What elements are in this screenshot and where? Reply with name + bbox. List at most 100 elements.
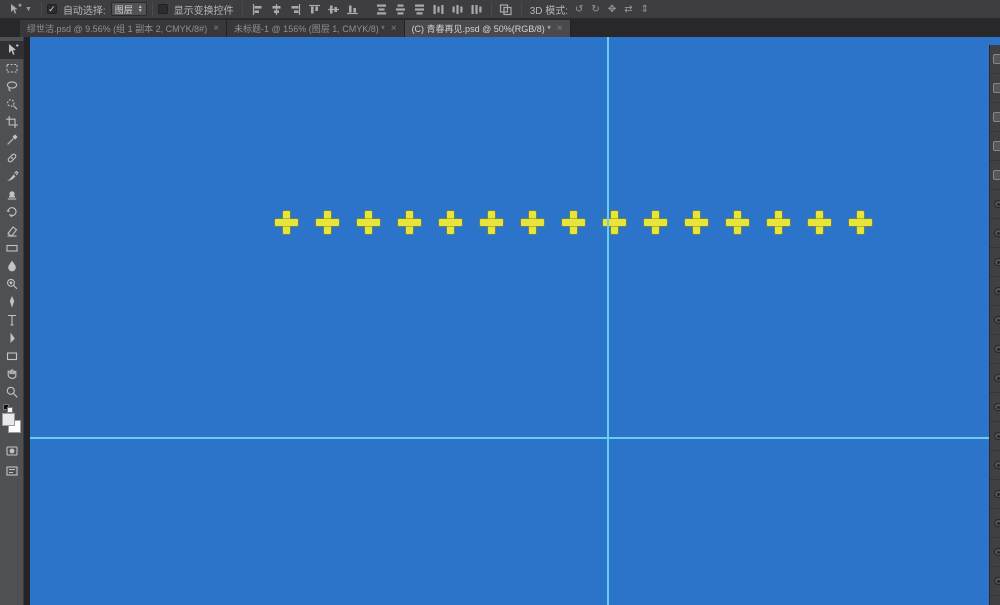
orbit-3d-icon[interactable]: ↺ (575, 4, 583, 15)
plus-mark (398, 211, 421, 234)
panel-header-row-partial[interactable] (990, 132, 1000, 161)
plus-mark (275, 211, 298, 234)
quick-selection-tool[interactable] (0, 95, 24, 113)
brush-tool[interactable] (0, 167, 24, 185)
panel-header-row-partial[interactable] (990, 103, 1000, 132)
layer-row-partial[interactable] (990, 393, 1000, 422)
distribute-vertical-centers-icon[interactable] (392, 2, 409, 17)
layer-row-partial[interactable] (990, 509, 1000, 538)
dropdown-caret-icon: ▲▼ (138, 5, 143, 13)
mode-3d-group: 3D 模式: ↺ ↻ ✥ ⇄ ⇕ (522, 0, 658, 19)
align-right-edges-icon[interactable] (287, 2, 304, 17)
layer-visibility-eye-icon (994, 548, 1000, 556)
options-bar: ▼ ✓ 自动选择: 图层 ▲▼ 显示变换控件 (0, 0, 1000, 19)
layer-row-partial[interactable] (990, 480, 1000, 509)
align-left-edges-icon[interactable] (249, 2, 266, 17)
plus-mark (808, 211, 831, 234)
align-top-edges-icon[interactable] (306, 2, 323, 17)
path-selection-tool[interactable] (0, 329, 24, 347)
pan-3d-icon[interactable]: ✥ (608, 4, 616, 15)
distribute-left-edges-icon[interactable] (430, 2, 447, 17)
canvas[interactable] (30, 37, 1000, 605)
panel-icon-partial (993, 83, 1000, 93)
plus-mark (644, 211, 667, 234)
shape-tool[interactable] (0, 347, 24, 365)
roll-3d-icon[interactable]: ↻ (591, 4, 599, 15)
move-tool-preset-icon[interactable] (6, 2, 23, 17)
crop-tool[interactable] (0, 113, 24, 131)
layer-visibility-eye-icon (994, 258, 1000, 266)
align-bottom-edges-icon[interactable] (344, 2, 361, 17)
layer-row-partial[interactable] (990, 248, 1000, 277)
panel-header-row-partial[interactable] (990, 45, 1000, 74)
gradient-tool[interactable] (0, 239, 24, 257)
quick-mask-mode-button[interactable] (0, 442, 24, 460)
history-brush-tool[interactable] (0, 203, 24, 221)
zoom-tool[interactable] (0, 383, 24, 401)
type-tool[interactable] (0, 311, 24, 329)
auto-align-layers-icon[interactable] (498, 2, 515, 17)
layer-row-partial[interactable] (990, 422, 1000, 451)
tool-preset-caret-icon[interactable]: ▼ (25, 6, 32, 13)
distribute-group (367, 0, 491, 19)
auto-select-dropdown[interactable]: 图层 ▲▼ (111, 2, 147, 16)
layer-row-partial[interactable] (990, 277, 1000, 306)
layer-row-partial[interactable] (990, 190, 1000, 219)
panel-header-row-partial[interactable] (990, 161, 1000, 190)
lasso-tool[interactable] (0, 77, 24, 95)
auto-select-checkbox[interactable]: ✓ (47, 4, 57, 14)
close-icon[interactable]: × (391, 23, 397, 34)
document-tab-2[interactable]: 未标题-1 @ 156% (图层 1, CMYK/8) * × (227, 20, 405, 37)
layer-row-partial[interactable] (990, 364, 1000, 393)
distribute-horizontal-centers-icon[interactable] (449, 2, 466, 17)
panel-divider (24, 37, 30, 605)
show-transform-checkbox[interactable] (158, 4, 168, 14)
move-tool[interactable] (0, 41, 24, 59)
eraser-tool[interactable] (0, 221, 24, 239)
hand-tool[interactable] (0, 365, 24, 383)
plus-mark (316, 211, 339, 234)
eyedropper-tool[interactable] (0, 131, 24, 149)
layer-row-partial[interactable] (990, 335, 1000, 364)
layer-visibility-eye-icon (994, 200, 1000, 208)
mode-3d-label: 3D 模式: (530, 2, 568, 17)
layer-row-partial[interactable] (990, 219, 1000, 248)
vertical-guide[interactable] (607, 37, 609, 605)
pen-tool[interactable] (0, 293, 24, 311)
close-icon[interactable]: × (557, 23, 563, 34)
dodge-tool[interactable] (0, 275, 24, 293)
close-icon[interactable]: × (213, 23, 219, 34)
plus-mark (562, 211, 585, 234)
document-tab-3-active[interactable]: (C) 青春再见.psd @ 50%(RGB/8) * × (405, 20, 571, 37)
distribute-top-edges-icon[interactable] (373, 2, 390, 17)
screen-mode-button[interactable] (0, 462, 24, 480)
plus-mark (357, 211, 380, 234)
align-horizontal-centers-icon[interactable] (268, 2, 285, 17)
layer-visibility-eye-icon (994, 403, 1000, 411)
right-dock-panel-edge[interactable] (989, 45, 1000, 605)
layer-row-partial[interactable] (990, 306, 1000, 335)
slide-3d-icon[interactable]: ⇄ (624, 4, 632, 15)
auto-select-label: 自动选择: (63, 2, 106, 17)
distribute-bottom-edges-icon[interactable] (411, 2, 428, 17)
scale-3d-icon[interactable]: ⇕ (641, 4, 649, 15)
distribute-right-edges-icon[interactable] (468, 2, 485, 17)
auto-select-group: ✓ 自动选择: 图层 ▲▼ (42, 0, 152, 19)
document-tab-1[interactable]: 缪世洁.psd @ 9.56% (组 1 副本 2, CMYK/8#) × (20, 20, 227, 37)
layer-row-partial[interactable] (990, 567, 1000, 596)
panel-header-row-partial[interactable] (990, 74, 1000, 103)
layer-row-partial[interactable] (990, 538, 1000, 567)
tool-preset-group[interactable]: ▼ (0, 0, 41, 19)
clone-stamp-tool[interactable] (0, 185, 24, 203)
layer-row-partial[interactable] (990, 451, 1000, 480)
plus-mark (849, 211, 872, 234)
marquee-tool[interactable] (0, 59, 24, 77)
foreground-color-swatch[interactable] (2, 413, 15, 426)
blur-tool[interactable] (0, 257, 24, 275)
layer-visibility-eye-icon (994, 374, 1000, 382)
horizontal-guide[interactable] (30, 437, 989, 439)
healing-brush-tool[interactable] (0, 149, 24, 167)
align-group (243, 0, 367, 19)
plus-mark (603, 211, 626, 234)
align-vertical-centers-icon[interactable] (325, 2, 342, 17)
